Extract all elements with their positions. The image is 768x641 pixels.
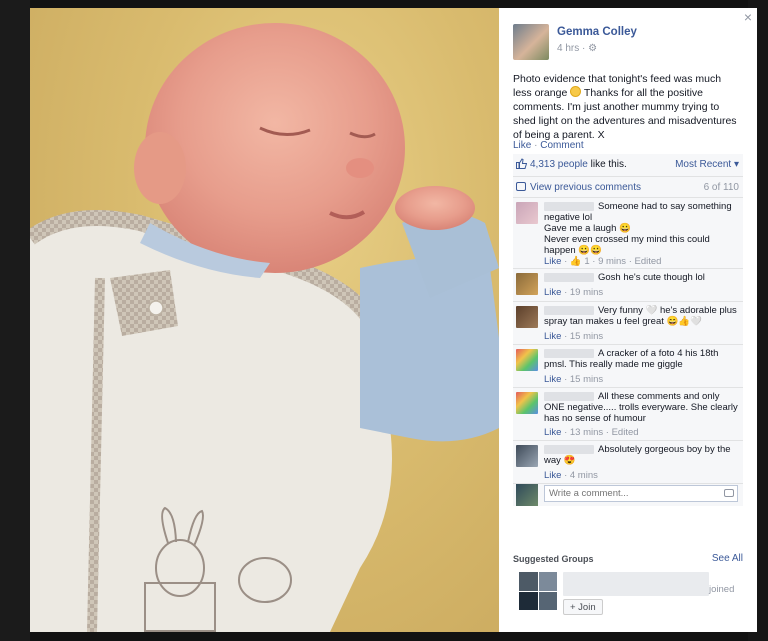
comment-line-2: Gave me a laugh 😀: [544, 223, 631, 234]
commenter-avatar[interactable]: [516, 273, 538, 295]
thumbs-up-icon: [516, 158, 527, 169]
comment-like-link[interactable]: Like: [544, 331, 561, 342]
post-timestamp[interactable]: 4 hrs · ⚙: [557, 43, 597, 54]
comment-item: Absolutely gorgeous boy by the way 😍 Lik…: [513, 441, 743, 484]
comment-like-link[interactable]: Like: [544, 427, 561, 438]
comment-meta: Like · 13 mins · Edited: [544, 427, 639, 438]
comment-meta-info: · 15 mins: [561, 331, 604, 342]
comment-line-1: All these comments and only ONE negative…: [544, 391, 738, 424]
comment-line-1: Gosh he's cute though lol: [598, 272, 705, 283]
comment-text: Absolutely gorgeous boy by the way 😍: [544, 444, 740, 466]
comment-text: Very funny 🤍 he's adorable plus spray ta…: [544, 305, 740, 327]
see-all-link[interactable]: See All: [712, 553, 743, 564]
join-group-button[interactable]: + Join: [563, 599, 603, 615]
members-joined-text: joined: [709, 584, 735, 595]
author-name[interactable]: Gemma Colley: [557, 26, 637, 38]
speech-bubble-icon: [516, 182, 526, 191]
suggested-groups-title: Suggested Groups: [513, 554, 594, 564]
smiley-emoji-icon: [570, 86, 582, 97]
comments-count: 6 of 110: [703, 182, 739, 193]
comment-text: Someone had to say something negative lo…: [544, 201, 740, 256]
post-side-panel: × Gemma Colley 4 hrs · ⚙ Photo evidence …: [499, 8, 757, 632]
commenter-avatar[interactable]: [516, 349, 538, 371]
comment-meta: Like · 4 mins: [544, 470, 598, 481]
comment-item: A cracker of a foto 4 his 18th pmsl. Thi…: [513, 345, 743, 388]
comments-section: 4,313 people like this. Most Recent ▾ Vi…: [513, 154, 743, 506]
comment-text: Gosh he's cute though lol: [544, 272, 740, 283]
post-photo[interactable]: [30, 8, 499, 632]
comment-meta-info: · 13 mins · Edited: [561, 427, 639, 438]
comment-meta: Like · 15 mins: [544, 374, 603, 385]
comment-meta-info: · 19 mins: [561, 287, 604, 298]
comment-item: All these comments and only ONE negative…: [513, 388, 743, 441]
post-caption: Photo evidence that tonight's feed was m…: [513, 72, 741, 142]
comment-meta: Like · 15 mins: [544, 331, 603, 342]
comment-meta-info: · 15 mins: [561, 374, 604, 385]
likes-suffix: like this.: [587, 159, 627, 170]
write-comment-row: [513, 484, 743, 506]
like-link[interactable]: Like: [513, 140, 531, 151]
previous-comments-row: View previous comments 6 of 110: [513, 177, 743, 198]
likes-summary: 4,313 people like this. Most Recent ▾: [513, 154, 743, 177]
comment-item: Gosh he's cute though lol Like · 19 mins: [513, 269, 743, 302]
group-name-redacted[interactable]: [563, 572, 709, 596]
comment-meta-info: · 👍 1 · 9 mins · Edited: [561, 256, 662, 267]
likes-count-link[interactable]: 4,313 people: [530, 159, 588, 170]
current-user-avatar: [516, 484, 538, 506]
post-header: Gemma Colley 4 hrs · ⚙: [513, 24, 743, 64]
comment-meta: Like · 👍 1 · 9 mins · Edited: [544, 256, 661, 267]
group-photos[interactable]: [519, 572, 557, 610]
suggested-group-item: joined + Join: [519, 572, 749, 616]
post-actions: Like · Comment: [513, 140, 584, 151]
sort-dropdown[interactable]: Most Recent ▾: [675, 159, 739, 170]
comment-text: A cracker of a foto 4 his 18th pmsl. Thi…: [544, 348, 740, 370]
background-sidebar: [0, 0, 30, 641]
comment-link[interactable]: Comment: [540, 140, 583, 151]
commenter-avatar[interactable]: [516, 445, 538, 467]
comment-line-1: A cracker of a foto 4 his 18th pmsl. Thi…: [544, 348, 719, 370]
comment-meta: Like · 19 mins: [544, 287, 603, 298]
write-comment-input[interactable]: [544, 485, 738, 502]
comment-meta-info: · 4 mins: [561, 470, 598, 481]
comment-like-link[interactable]: Like: [544, 287, 561, 298]
comment-line-1: Very funny 🤍 he's adorable plus spray ta…: [544, 305, 737, 327]
view-previous-comments-link[interactable]: View previous comments: [530, 182, 641, 193]
comment-like-link[interactable]: Like: [544, 256, 561, 267]
commenter-avatar[interactable]: [516, 202, 538, 224]
close-icon[interactable]: ×: [744, 9, 752, 25]
likes-count-text: 4,313 people like this.: [530, 159, 627, 170]
commenter-avatar[interactable]: [516, 392, 538, 414]
comment-line-1: Someone had to say something negative lo…: [544, 201, 732, 223]
comment-text: All these comments and only ONE negative…: [544, 391, 740, 424]
comment-like-link[interactable]: Like: [544, 470, 561, 481]
camera-icon[interactable]: [724, 489, 734, 497]
commenter-avatar[interactable]: [516, 306, 538, 328]
comment-item: Someone had to say something negative lo…: [513, 198, 743, 269]
comment-like-link[interactable]: Like: [544, 374, 561, 385]
comment-line-3: Never even crossed my mind this could ha…: [544, 234, 710, 256]
comment-item: Very funny 🤍 he's adorable plus spray ta…: [513, 302, 743, 345]
author-avatar[interactable]: [513, 24, 549, 60]
baby-photo-illustration: [30, 23, 499, 632]
comment-line-1: Absolutely gorgeous boy by the way 😍: [544, 444, 731, 466]
